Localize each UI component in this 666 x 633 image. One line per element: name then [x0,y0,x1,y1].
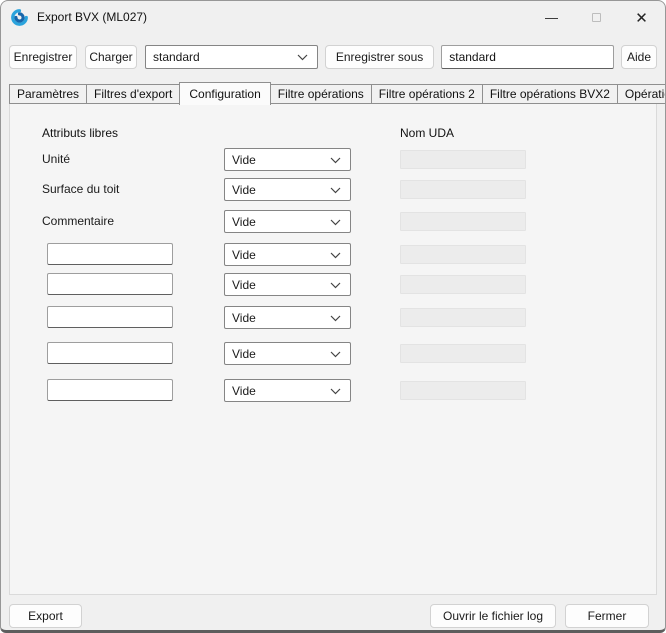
attribute-source-select[interactable]: Vide [224,306,351,329]
app-logo-icon [11,8,28,26]
close-icon: ✕ [635,9,648,27]
export-button[interactable]: Export [9,604,82,628]
attribute-source-select[interactable]: Vide [224,379,351,402]
free-attribute-input[interactable] [47,243,173,265]
attribute-row: Surface du toit Vide [10,178,656,202]
attribute-label: Surface du toit [42,182,120,196]
attribute-row: Commentaire Vide [10,210,656,234]
select-value: Vide [232,182,256,197]
tab-filtre-operations-bvx2[interactable]: Filtre opérations BVX2 [481,84,617,104]
select-value: Vide [232,214,256,229]
attribute-source-select[interactable]: Vide [224,243,351,266]
uda-name-field-disabled [400,180,526,199]
attribute-row: Vide [10,243,656,267]
free-attribute-input[interactable] [47,273,173,295]
chevron-down-icon [330,183,341,197]
attribute-source-select[interactable]: Vide [224,210,351,233]
footer-right-buttons: Ouvrir le fichier log Fermer [430,604,649,628]
chevron-down-icon [330,311,341,325]
uda-name-field-disabled [400,344,526,363]
attribute-row: Unité Vide [10,148,656,172]
free-attribute-input[interactable] [47,379,173,401]
maximize-button[interactable] [574,2,619,33]
attribute-source-select[interactable]: Vide [224,178,351,201]
close-button[interactable]: ✕ [619,2,664,33]
tab-operations[interactable]: Opérations [616,84,665,104]
attribute-row: Vide [10,273,656,297]
close-dialog-button[interactable]: Fermer [565,604,649,628]
help-button[interactable]: Aide [621,45,657,69]
minimize-button[interactable]: — [529,2,574,33]
uda-name-field-disabled [400,245,526,264]
chevron-down-icon [330,347,341,361]
uda-name-field-disabled [400,212,526,231]
configuration-panel: Attributs libres Nom UDA Unité Vide Surf… [9,103,657,595]
attribute-source-select[interactable]: Vide [224,342,351,365]
export-bvx-dialog: Export BVX (ML027) — ✕ Enregistrer Charg… [0,0,666,633]
chevron-down-icon [330,278,341,292]
uda-name-header: Nom UDA [400,126,455,140]
attribute-label: Unité [42,152,71,166]
tab-filtre-operations-2[interactable]: Filtre opérations 2 [370,84,482,104]
preset-select-value: standard [153,50,200,64]
chevron-down-icon [330,384,341,398]
uda-name-field-disabled [400,381,526,400]
attribute-source-select[interactable]: Vide [224,148,351,171]
minimize-icon: — [545,10,558,25]
uda-name-field-disabled [400,308,526,327]
footer-bar: Export Ouvrir le fichier log Fermer [9,604,657,628]
select-value: Vide [232,152,256,167]
save-as-name-input[interactable] [441,45,614,69]
attribute-row: Vide [10,306,656,330]
free-attributes-header: Attributs libres [42,126,119,140]
attribute-source-select[interactable]: Vide [224,273,351,296]
attribute-row: Vide [10,342,656,366]
chevron-down-icon [330,215,341,229]
select-value: Vide [232,247,256,262]
chevron-down-icon [297,50,308,64]
tab-filtre-operations[interactable]: Filtre opérations [270,84,371,104]
uda-name-field-disabled [400,275,526,294]
select-value: Vide [232,310,256,325]
free-attribute-input[interactable] [47,306,173,328]
select-value: Vide [232,346,256,361]
tab-configuration[interactable]: Configuration [179,82,271,105]
attribute-row: Vide [10,379,656,403]
preset-toolbar: Enregistrer Charger standard Enregistrer… [9,45,657,69]
tab-strip: Paramètres Filtres d'export Configuratio… [9,82,665,105]
window-title: Export BVX (ML027) [37,10,148,24]
title-bar[interactable]: Export BVX (ML027) — ✕ [1,1,665,33]
save-button[interactable]: Enregistrer [9,45,77,69]
preset-select[interactable]: standard [145,45,318,69]
chevron-down-icon [330,153,341,167]
tab-filtres-export[interactable]: Filtres d'export [86,84,180,104]
save-as-button[interactable]: Enregistrer sous [324,45,435,69]
attribute-label: Commentaire [42,214,115,228]
load-button[interactable]: Charger [85,45,137,69]
uda-name-field-disabled [400,150,526,169]
select-value: Vide [232,277,256,292]
select-value: Vide [232,383,256,398]
free-attribute-input[interactable] [47,342,173,364]
open-log-button[interactable]: Ouvrir le fichier log [430,604,556,628]
chevron-down-icon [330,248,341,262]
maximize-icon [592,13,601,22]
window-controls: — ✕ [529,2,664,33]
tab-parametres[interactable]: Paramètres [9,84,87,104]
